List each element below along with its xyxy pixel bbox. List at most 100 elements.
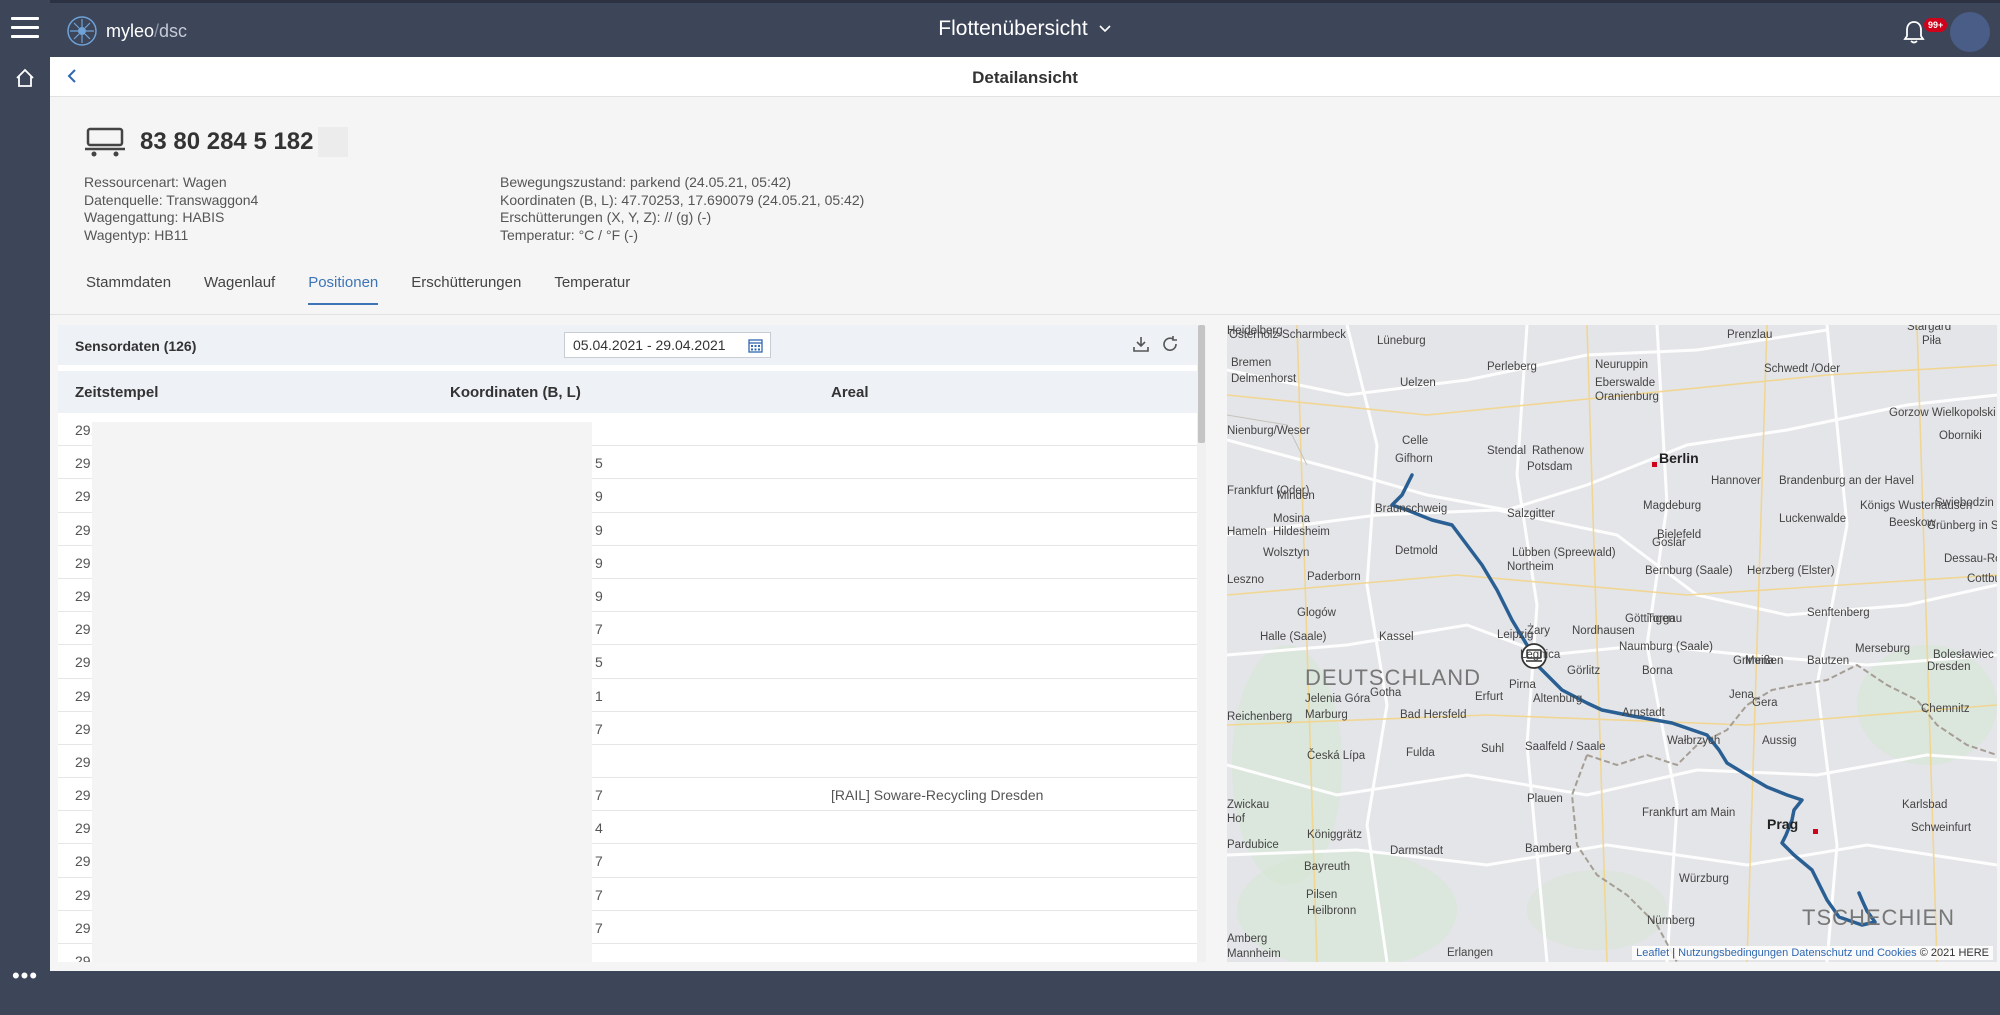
map-place-label: Hameln — [1227, 526, 1267, 538]
map-place-label: Legnica — [1520, 649, 1561, 661]
map-place-label: Amberg — [1227, 933, 1268, 945]
map-place-label: Nürnberg — [1647, 915, 1695, 927]
resource-number: 83 80 284 5 182 — [140, 128, 314, 155]
timestamp-cell: 29 — [75, 919, 91, 936]
map-place-label: Detmold — [1395, 545, 1438, 557]
coordinates-cell: 7 — [595, 886, 603, 903]
map-place-label: Dresden — [1927, 661, 1971, 673]
map-place-label: Gera — [1752, 697, 1778, 709]
app-logo[interactable]: myleo/dsc — [66, 15, 187, 47]
sensor-data-panel: Sensordaten (126) 05.04.2021 - 29.04.202… — [58, 325, 1206, 962]
home-icon[interactable] — [0, 58, 50, 98]
user-avatar[interactable] — [1950, 12, 1990, 52]
map-place-label: Cottbus — [1967, 573, 1997, 585]
terms-link[interactable]: Nutzungsbedingungen — [1678, 947, 1788, 959]
tab-erschuetterungen[interactable]: Erschütterungen — [411, 274, 521, 305]
download-icon[interactable] — [1132, 335, 1150, 358]
map-place-label: Schwedt /Oder — [1764, 363, 1841, 375]
coordinates-cell: 9 — [595, 488, 603, 505]
notification-bell-icon[interactable] — [1902, 19, 1926, 50]
timestamp-cell: 29 — [75, 820, 91, 837]
timestamp-cell: 29 — [75, 455, 91, 472]
refresh-icon[interactable] — [1161, 335, 1179, 358]
map-place-label: Potsdam — [1527, 461, 1573, 473]
privacy-link[interactable]: Datenschutz und Cookies — [1791, 947, 1916, 959]
more-options-icon[interactable]: ••• — [0, 965, 50, 996]
scrollbar-thumb[interactable] — [1198, 325, 1205, 443]
map-place-label: Neuruppin — [1595, 359, 1649, 371]
map-place-label: Luckenwalde — [1779, 513, 1847, 525]
map-place-label: Pilsen — [1306, 889, 1338, 901]
map-place-label: Oborniki — [1939, 430, 1982, 442]
map-major-city-label: Prag — [1767, 816, 1799, 832]
map-place-label: Merseburg — [1855, 643, 1910, 655]
info-data-source: Datenquelle: Transwaggon4 — [84, 191, 259, 208]
logo-icon — [67, 16, 97, 46]
map-place-label: Paderborn — [1307, 571, 1361, 583]
tab-stammdaten[interactable]: Stammdaten — [86, 274, 171, 305]
column-header-area[interactable]: Areal — [831, 384, 869, 401]
map-place-label: Bernburg (Saale) — [1645, 565, 1733, 577]
map-place-label: Magdeburg — [1643, 500, 1702, 512]
map-place-label: Görlitz — [1567, 665, 1601, 677]
map-place-label: Pirna — [1509, 679, 1536, 691]
fleet-overview-dropdown[interactable]: Flottenübersicht — [938, 17, 1111, 41]
coordinates-cell: 7 — [595, 621, 603, 638]
calendar-icon — [748, 339, 763, 353]
map-place-label: Erfurt — [1475, 691, 1504, 703]
map-place-label: Celle — [1402, 435, 1429, 447]
map-place-label: Braunschweig — [1375, 503, 1448, 515]
map-place-label: Bad Hersfeld — [1400, 709, 1467, 721]
nav-title: Flottenübersicht — [50, 17, 2000, 41]
map-place-label: Hannover — [1711, 475, 1761, 487]
tab-wagenlauf[interactable]: Wagenlauf — [204, 274, 275, 305]
map-place-label: Bolesławiec — [1933, 649, 1994, 661]
copyright-text: © 2021 HERE — [1919, 947, 1989, 959]
tab-temperatur[interactable]: Temperatur — [554, 274, 630, 305]
top-bar: myleo/dsc Flottenübersicht 99+ — [50, 0, 2000, 57]
panel-title: Sensordaten (126) — [75, 338, 197, 354]
info-vibrations: Erschütterungen (X, Y, Z): // (g) (-) — [500, 209, 712, 226]
timestamp-cell: 29 — [75, 587, 91, 604]
info-temperature: Temperatur: °C / °F (-) — [500, 226, 638, 243]
map-country-label: DEUTSCHLAND — [1305, 665, 1482, 690]
map-place-label: Königgrätz — [1307, 829, 1362, 841]
map-place-label: Salzgitter — [1507, 508, 1555, 520]
tab-positionen[interactable]: Positionen — [308, 274, 379, 305]
map-place-label: Schweinfurt — [1911, 822, 1972, 834]
info-movement-state: Bewegungszustand: parkend (24.05.21, 05:… — [500, 174, 792, 190]
map-place-label: Erlangen — [1447, 947, 1494, 959]
timestamp-cell: 29 — [75, 621, 91, 638]
map-place-label: Arnstadt — [1622, 707, 1665, 719]
table-header: Zeitstempel Koordinaten (B, L) Areal — [58, 371, 1206, 413]
map-place-label: Wałbrzych — [1667, 735, 1721, 747]
date-range-picker[interactable]: 05.04.2021 - 29.04.2021 — [564, 332, 771, 358]
map-place-label: Gifhorn — [1395, 453, 1433, 465]
hamburger-menu-icon[interactable] — [11, 17, 39, 39]
map-place-label: Piła — [1922, 335, 1942, 347]
map-place-label: Grünberg in Schlesien — [1927, 520, 1997, 532]
info-resource-type: Ressourcenart: Wagen — [84, 174, 227, 190]
map-place-label: Suhl — [1481, 743, 1505, 755]
timestamp-cell: 29 — [75, 687, 91, 704]
map-view[interactable]: Osterholz-Scharmbeck Lüneburg Prenzlau Star… — [1227, 325, 1997, 962]
map-place-label: Nienburg/Weser — [1227, 425, 1310, 437]
map-place-label: Plauen — [1527, 793, 1563, 805]
map-place-label: Perleberg — [1487, 361, 1537, 373]
leaflet-link[interactable]: Leaflet — [1636, 947, 1669, 959]
column-header-coordinates[interactable]: Koordinaten (B, L) — [450, 384, 581, 401]
column-header-timestamp[interactable]: Zeitstempel — [75, 384, 158, 401]
map-place-label: Brandenburg an der Havel — [1779, 475, 1914, 487]
nav-title-label: Flottenübersicht — [938, 17, 1088, 40]
detail-tabs: Stammdaten Wagenlauf Positionen Erschütt… — [86, 274, 663, 305]
timestamp-cell: 29 — [75, 521, 91, 538]
map-place-label: Leszno — [1227, 574, 1265, 586]
map-place-label: Gorzow Wielkopolski — [1889, 407, 1996, 419]
map-place-label: Bayreuth — [1304, 861, 1351, 873]
map-place-label: Mannheim — [1227, 948, 1281, 960]
timestamp-cell: 29 — [75, 787, 91, 804]
map-place-label: Lüneburg — [1377, 335, 1426, 347]
timestamp-cell: 29 — [75, 654, 91, 671]
tabs-divider — [50, 314, 2000, 315]
resource-info-right: Bewegungszustand: parkend (24.05.21, 05:… — [500, 174, 864, 244]
